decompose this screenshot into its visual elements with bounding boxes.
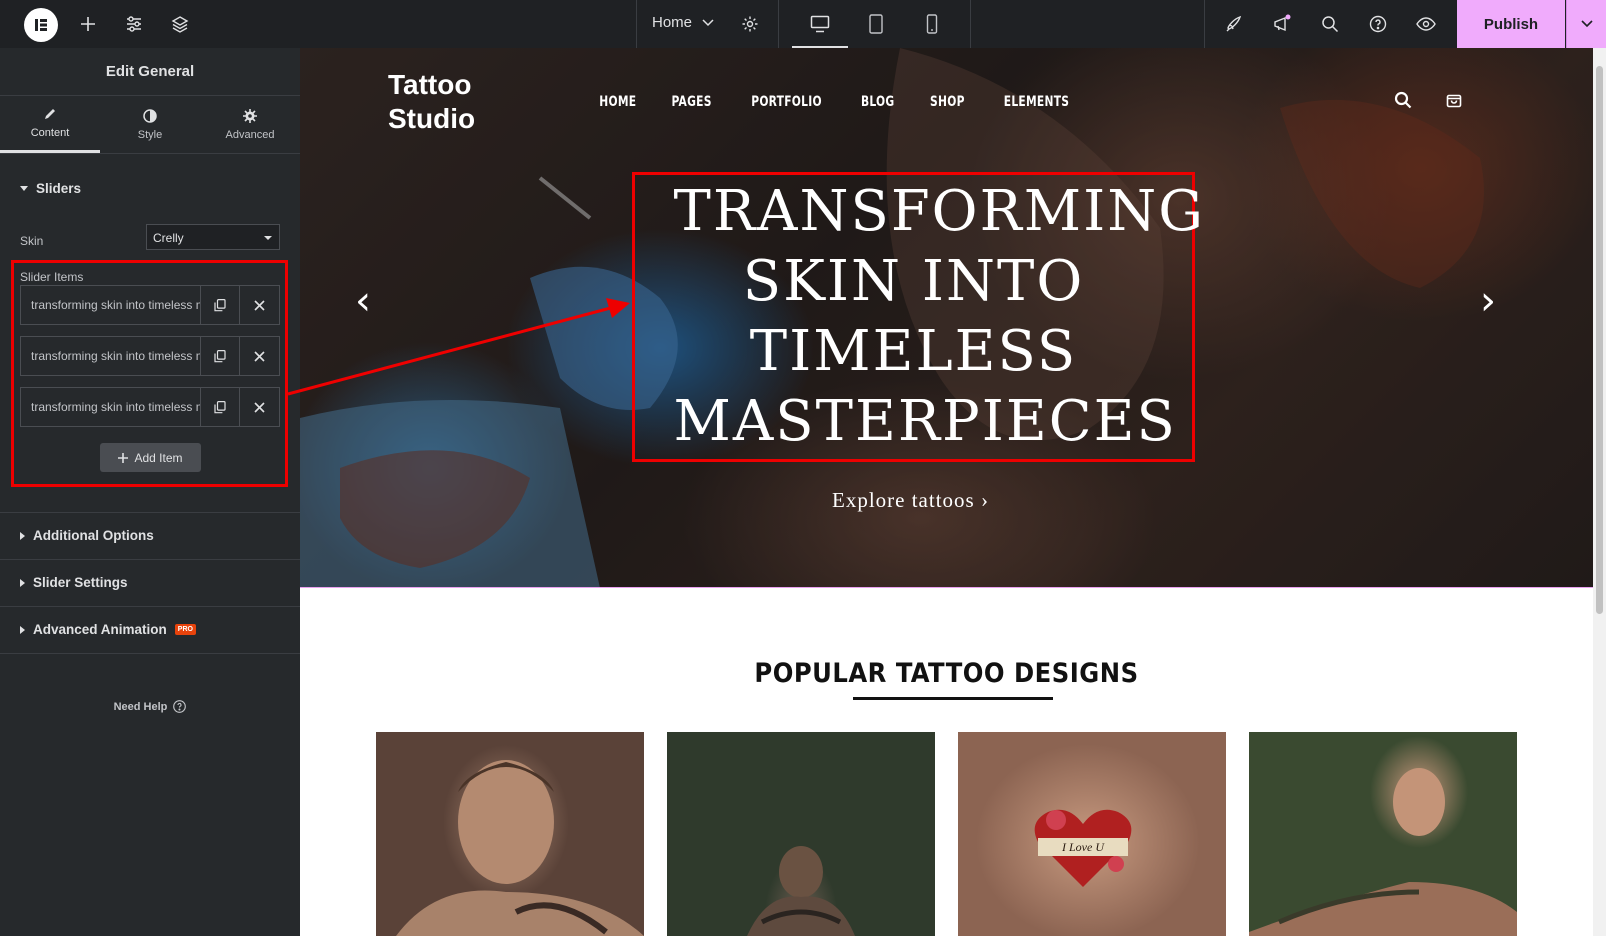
scrollbar-thumb[interactable] — [1596, 66, 1603, 614]
annotation-arrow — [287, 298, 630, 396]
canvas-scrollbar[interactable] — [1593, 48, 1606, 936]
